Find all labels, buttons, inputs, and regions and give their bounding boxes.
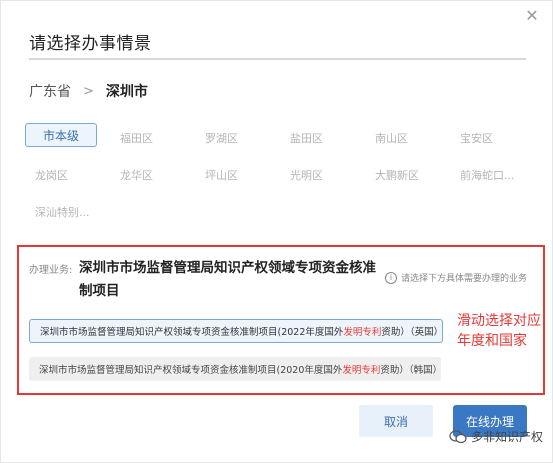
district-item-baoan[interactable]: 宝安区 <box>460 130 493 146</box>
cancel-button[interactable]: 取消 <box>359 405 433 437</box>
business-hint: i 请选择下方具体需要办理的业务 <box>385 271 527 284</box>
business-title: 深圳市市场监督管理局知识产权领域专项资金核准制项目 <box>79 260 376 299</box>
business-option[interactable]: 深圳市市场监督管理局知识产权领域专项资金核准制项目(2022年度国外 发明专利 资助… <box>29 319 443 343</box>
option-text-suffix: 资助）（韩国） <box>380 365 443 376</box>
district-item-yantian[interactable]: 盐田区 <box>290 130 323 146</box>
option-text-highlight: 发明专利 <box>342 365 381 376</box>
district-item-longhua[interactable]: 龙华区 <box>120 167 153 183</box>
district-item-guangming[interactable]: 光明区 <box>290 167 323 183</box>
district-item-shenshan[interactable]: 深汕特别... <box>35 204 90 220</box>
scenario-dialog: 请选择办事情景 ✕ 广东省 > 深圳市 市本级 福田区 罗湖区 盐田区 南山区 … <box>0 0 553 463</box>
annotation-note: 滑动选择对应年度和国家 <box>457 313 541 349</box>
wechat-icon <box>449 429 467 443</box>
district-item-luohu[interactable]: 罗湖区 <box>205 130 238 146</box>
district-item-dapeng[interactable]: 大鹏新区 <box>375 167 419 183</box>
district-item-qianhai[interactable]: 前海蛇口... <box>460 167 515 183</box>
watermark-text: 多非知识产权 <box>471 430 544 444</box>
title-divider <box>29 58 526 60</box>
chevron-right-icon: > <box>83 83 94 99</box>
option-text-highlight: 发明专利 <box>343 327 382 338</box>
option-text-prefix: 深圳市市场监督管理局知识产权领域专项资金核准制项目(2020年度国外 <box>39 365 343 376</box>
breadcrumb: 广东省 > 深圳市 <box>29 81 148 101</box>
district-item-longgang[interactable]: 龙岗区 <box>35 167 68 183</box>
watermark: 多非知识产权 <box>449 428 543 445</box>
info-icon: i <box>385 271 397 284</box>
district-item-futian[interactable]: 福田区 <box>120 130 153 146</box>
district-item-pingshan[interactable]: 坪山区 <box>205 167 238 183</box>
district-item-nanshan[interactable]: 南山区 <box>375 130 408 146</box>
hint-text: 请选择下方具体需要办理的业务 <box>401 274 528 284</box>
option-text-suffix: 资助）（英国） <box>381 327 444 338</box>
district-item-shibenji[interactable]: 市本级 <box>25 123 97 147</box>
breadcrumb-city: 深圳市 <box>105 84 148 100</box>
business-label: 办理业务: <box>29 265 73 276</box>
business-option[interactable]: 深圳市市场监督管理局知识产权领域专项资金核准制项目(2020年度国外 发明专利 资助… <box>29 357 443 381</box>
option-text-prefix: 深圳市市场监督管理局知识产权领域专项资金核准制项目(2022年度国外 <box>40 327 344 338</box>
close-icon[interactable]: ✕ <box>522 5 542 25</box>
dialog-title: 请选择办事情景 <box>29 34 152 54</box>
breadcrumb-province[interactable]: 广东省 <box>29 81 71 101</box>
